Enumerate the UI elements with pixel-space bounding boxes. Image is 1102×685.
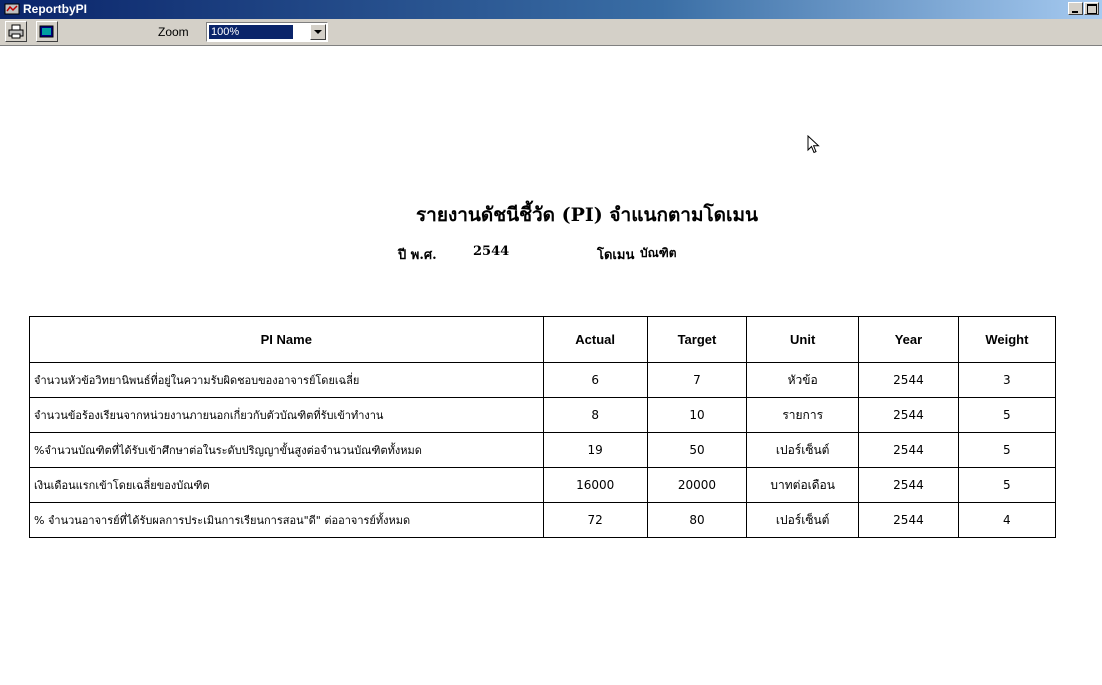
title-bar[interactable]: ReportbyPI — [0, 0, 1102, 19]
cell-target: 20000 — [646, 467, 748, 503]
zoom-label: Zoom — [158, 25, 189, 39]
header-target: Target — [646, 316, 748, 363]
cell-weight: 5 — [957, 432, 1057, 468]
header-actual: Actual — [542, 316, 648, 363]
cell-weight: 5 — [957, 467, 1057, 503]
cell-unit: บาทต่อเดือน — [746, 467, 860, 503]
cell-actual: 16000 — [542, 467, 648, 503]
cell-target: 50 — [646, 432, 748, 468]
toolbar: Zoom 100% — [0, 19, 1102, 46]
table-row: เงินเดือนแรกเข้าโดยเฉลี่ยของบัณฑิต 16000… — [29, 467, 1057, 503]
chevron-down-icon[interactable] — [310, 24, 326, 40]
cell-unit: เปอร์เซ็นต์ — [746, 432, 860, 468]
app-icon — [4, 2, 20, 16]
table-row: % จำนวนอาจารย์ที่ได้รับผลการประเมินการเร… — [29, 502, 1057, 538]
zoom-dropdown[interactable]: 100% — [206, 22, 328, 42]
cell-pi-name: จำนวนหัวข้อวิทยานิพนธ์ที่อยู่ในความรับผิ… — [29, 362, 544, 398]
cell-year: 2544 — [858, 432, 959, 468]
print-button[interactable] — [5, 21, 27, 42]
table-header-row: PI Name Actual Target Unit Year Weight — [29, 316, 1057, 363]
cell-pi-name: จำนวนข้อร้องเรียนจากหน่วยงานภายนอกเกี่ยว… — [29, 397, 544, 433]
header-pi-name: PI Name — [29, 316, 544, 363]
cell-pi-name: % จำนวนอาจารย์ที่ได้รับผลการประเมินการเร… — [29, 502, 544, 538]
year-label: ปี พ.ศ. — [398, 248, 437, 263]
domain-label: โดเมน — [597, 248, 635, 263]
cell-actual: 8 — [542, 397, 648, 433]
export-button[interactable] — [36, 21, 58, 42]
table-row: จำนวนหัวข้อวิทยานิพนธ์ที่อยู่ในความรับผิ… — [29, 362, 1057, 398]
header-weight: Weight — [957, 316, 1057, 363]
cell-year: 2544 — [858, 362, 959, 398]
maximize-button[interactable] — [1084, 2, 1099, 15]
header-unit: Unit — [746, 316, 860, 363]
cell-year: 2544 — [858, 467, 959, 503]
cell-actual: 6 — [542, 362, 648, 398]
cell-unit: หัวข้อ — [746, 362, 860, 398]
cell-unit: รายการ — [746, 397, 860, 433]
window-title: ReportbyPI — [23, 2, 88, 16]
pi-table: PI Name Actual Target Unit Year Weight จ… — [29, 316, 1057, 538]
cell-weight: 3 — [957, 362, 1057, 398]
cell-year: 2544 — [858, 397, 959, 433]
table-row: จำนวนข้อร้องเรียนจากหน่วยงานภายนอกเกี่ยว… — [29, 397, 1057, 433]
report-title: รายงานดัชนีชี้วัด (PI) จำแนกตามโดเมน — [415, 204, 759, 226]
cell-actual: 19 — [542, 432, 648, 468]
cell-pi-name: เงินเดือนแรกเข้าโดยเฉลี่ยของบัณฑิต — [29, 467, 544, 503]
report-window: ReportbyPI Zoom 100% รายงานดัชนีชี้วัด (… — [0, 0, 1102, 685]
cell-target: 80 — [646, 502, 748, 538]
cell-unit: เปอร์เซ็นต์ — [746, 502, 860, 538]
cell-pi-name: %จำนวนบัณฑิตที่ได้รับเข้าศึกษาต่อในระดับ… — [29, 432, 544, 468]
year-value: 2544 — [473, 244, 510, 259]
zoom-value: 100% — [209, 25, 293, 39]
cell-weight: 4 — [957, 502, 1057, 538]
minimize-button[interactable] — [1068, 2, 1083, 15]
cell-actual: 72 — [542, 502, 648, 538]
domain-value: บัณฑิต — [640, 246, 677, 260]
cell-target: 10 — [646, 397, 748, 433]
cell-target: 7 — [646, 362, 748, 398]
cell-year: 2544 — [858, 502, 959, 538]
cell-weight: 5 — [957, 397, 1057, 433]
header-year: Year — [858, 316, 959, 363]
mouse-pointer-icon — [807, 134, 821, 159]
table-row: %จำนวนบัณฑิตที่ได้รับเข้าศึกษาต่อในระดับ… — [29, 432, 1057, 468]
